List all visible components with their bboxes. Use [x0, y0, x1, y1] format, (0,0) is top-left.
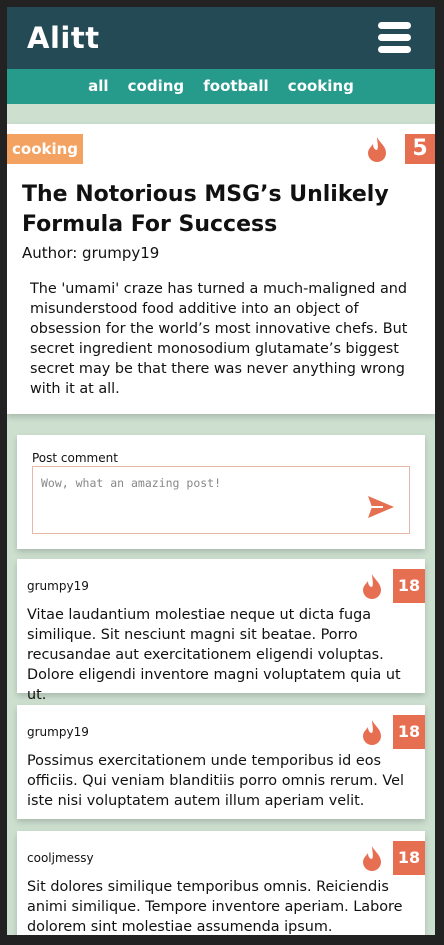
comment-card: grumpy19 18 Possimus exercitationem unde…: [17, 705, 425, 819]
comment-body: Vitae laudantium molestiae neque ut dict…: [27, 607, 401, 703]
nav-item-cooking[interactable]: cooking: [288, 69, 354, 104]
flame-icon[interactable]: [362, 846, 382, 871]
comment-form-label: Post comment: [32, 451, 118, 465]
comment-author: grumpy19: [27, 579, 89, 593]
post-title[interactable]: The Notorious MSG’s Unlikely Formula For…: [22, 180, 422, 240]
comment-score: 18: [393, 841, 425, 875]
flame-icon[interactable]: [367, 137, 387, 162]
category-nav: all coding football cooking: [7, 69, 435, 104]
send-icon[interactable]: [368, 496, 394, 518]
comment-input[interactable]: Wow, what an amazing post!: [32, 466, 410, 534]
comment-card: cooljmessy 18 Sit dolores similique temp…: [17, 831, 425, 935]
comment-card: grumpy19 18 Vitae laudantium molestiae n…: [17, 559, 425, 703]
nav-item-football[interactable]: football: [203, 69, 268, 104]
post-body: The 'umami' craze has turned a much-mali…: [30, 281, 408, 397]
comment-author: grumpy19: [27, 725, 89, 739]
nav-item-all[interactable]: all: [88, 69, 108, 104]
app-logo[interactable]: Alitt: [27, 21, 100, 55]
comment-score: 18: [393, 715, 425, 749]
comment-form: Post comment Wow, what an amazing post!: [17, 435, 425, 549]
hamburger-menu-icon[interactable]: [378, 22, 411, 53]
post-card: cooking 5 The Notorious MSG’s Unlikely F…: [7, 124, 435, 414]
nav-item-coding[interactable]: coding: [128, 69, 185, 104]
app-frame: Alitt all coding football cooking cookin…: [7, 7, 435, 935]
post-author: Author: grumpy19: [22, 244, 160, 262]
comment-body: Sit dolores similique temporibus omnis. …: [27, 879, 403, 935]
post-score: 5: [405, 134, 435, 164]
flame-icon[interactable]: [362, 720, 382, 745]
app-header: Alitt: [7, 7, 435, 69]
comment-author: cooljmessy: [27, 851, 94, 865]
comment-score: 18: [393, 569, 425, 603]
comment-body: Possimus exercitationem unde temporibus …: [27, 753, 404, 809]
post-tag-badge[interactable]: cooking: [7, 134, 84, 164]
flame-icon[interactable]: [362, 574, 382, 599]
